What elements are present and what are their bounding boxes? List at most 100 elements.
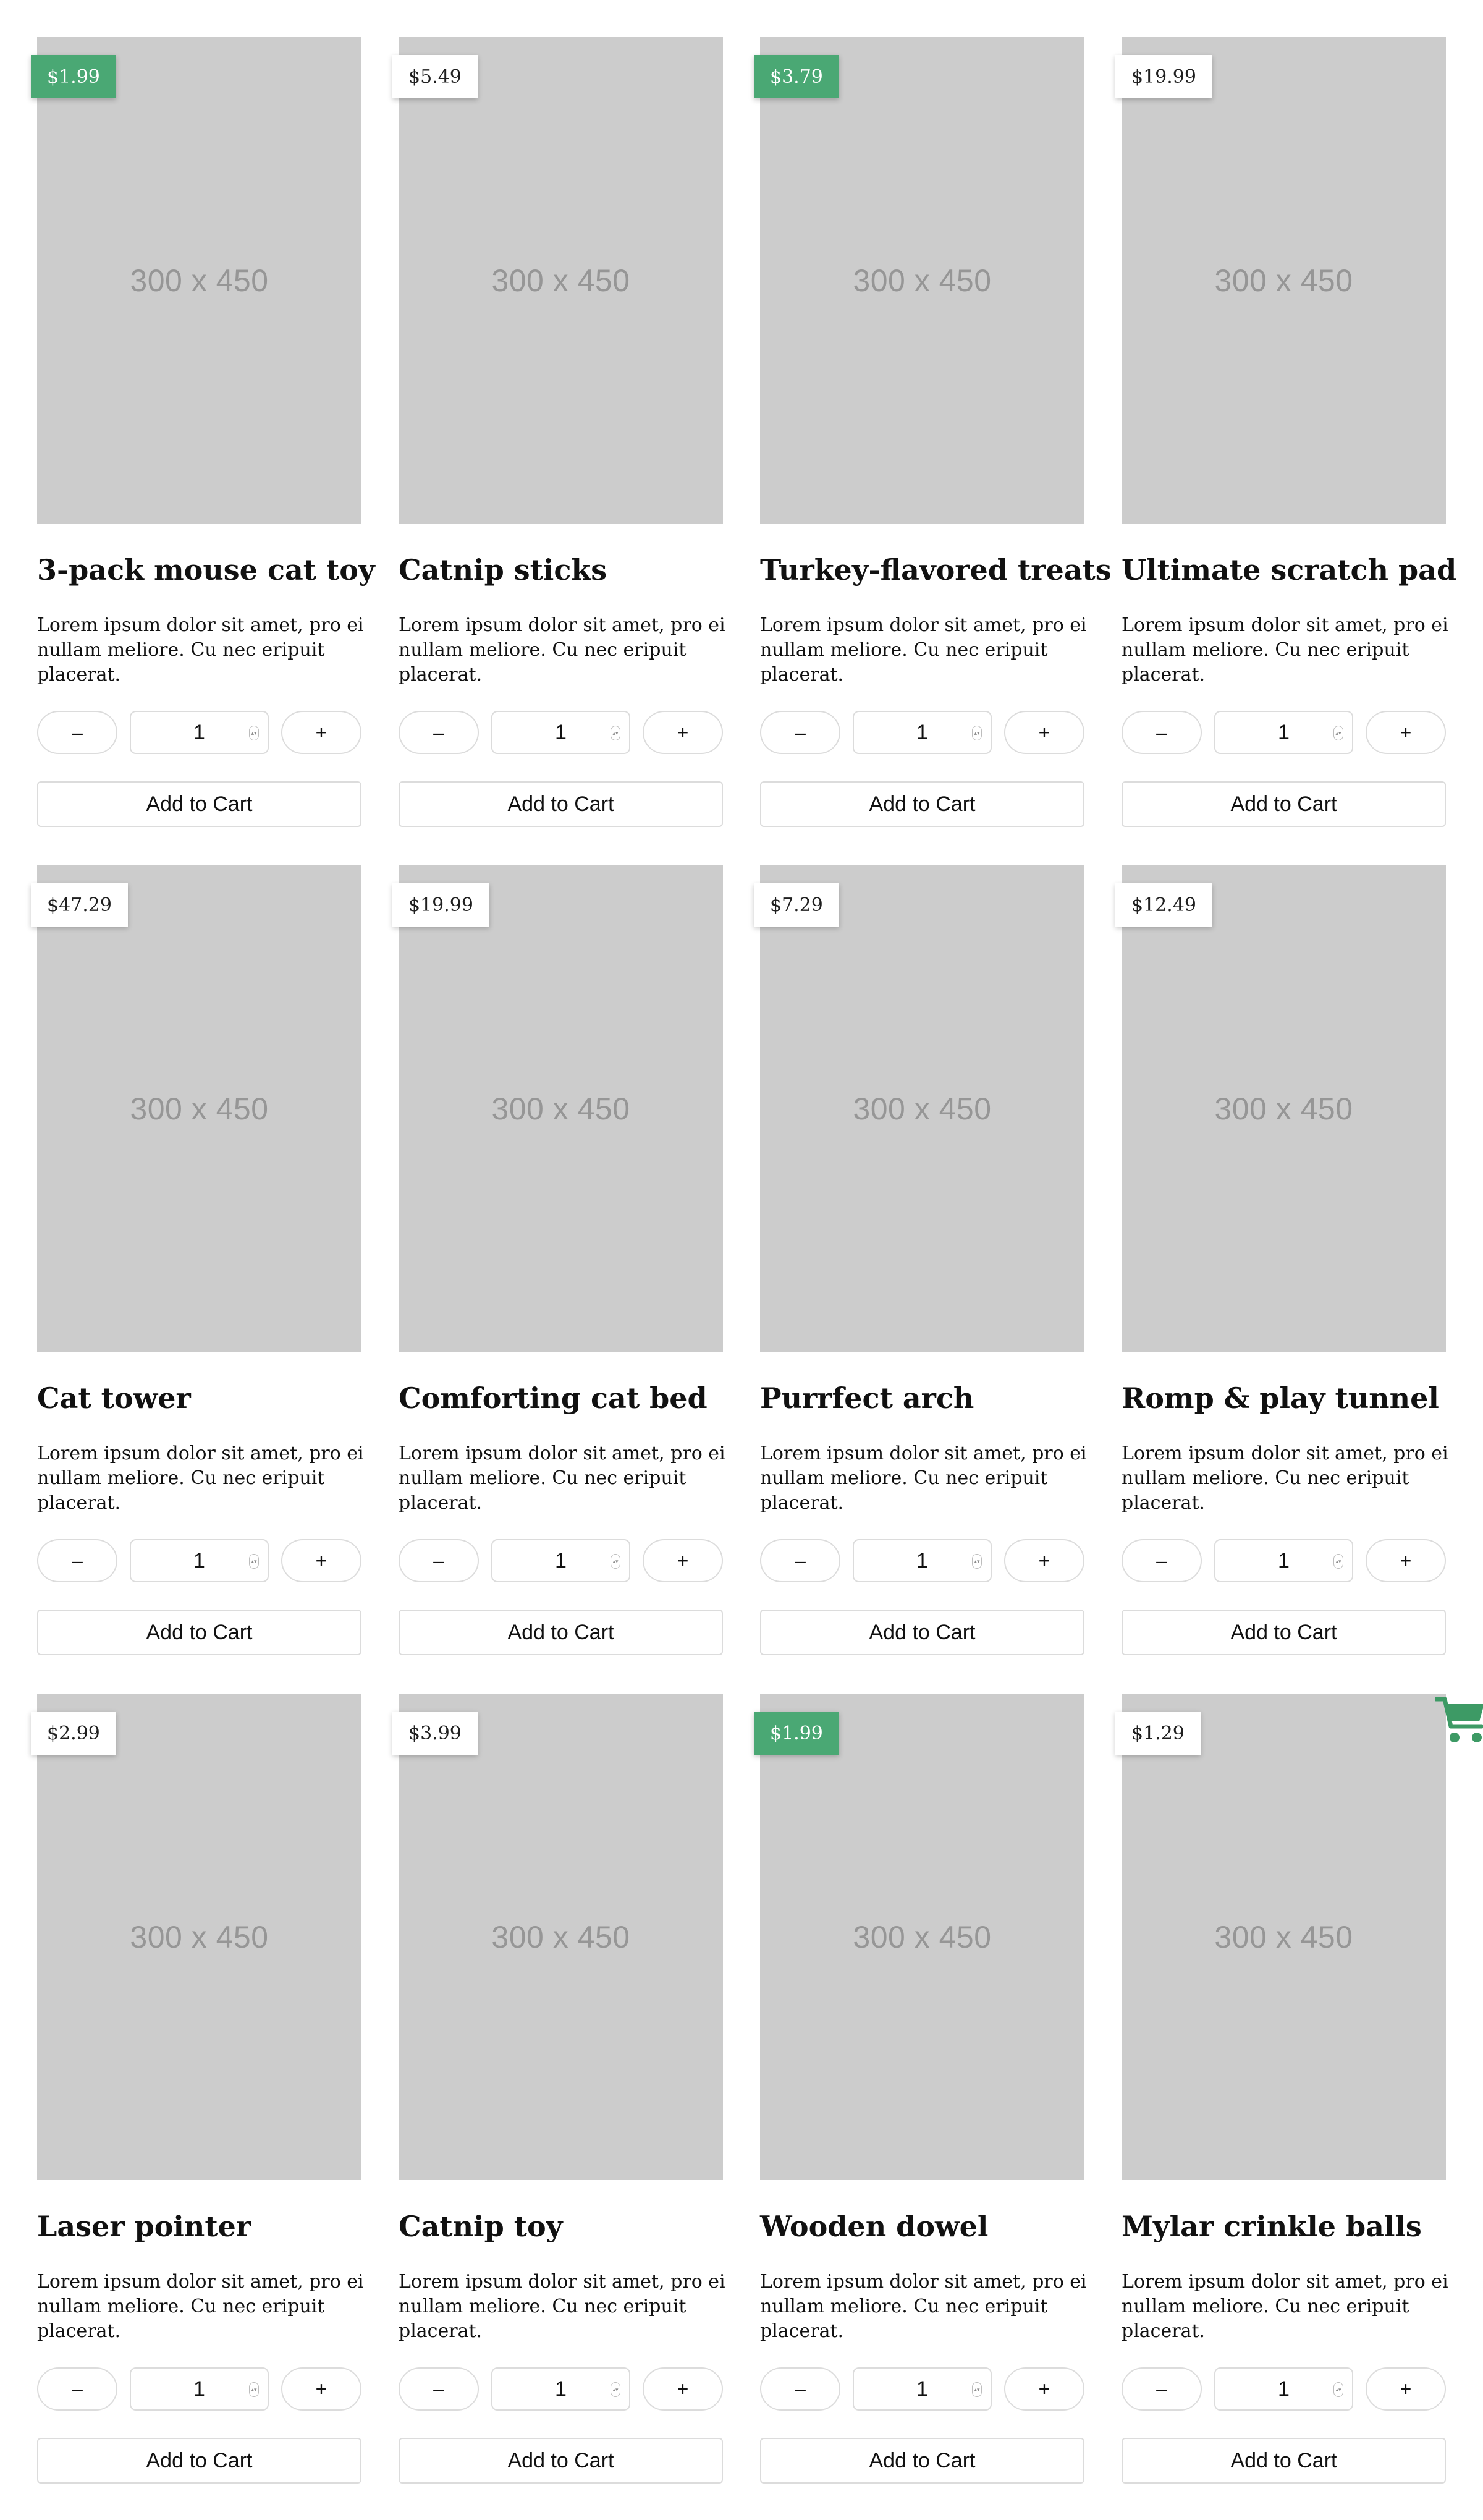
product-card: 300 x 450 $19.99 Comforting cat bed Lore… (392, 865, 725, 1657)
decrease-quantity-button[interactable]: – (760, 711, 840, 754)
spinner-arrows-icon[interactable]: ▴▾ (972, 2382, 982, 2397)
product-name[interactable]: Turkey-flavored treats (760, 551, 1112, 588)
increase-quantity-button[interactable]: + (1004, 1539, 1084, 1582)
product-image[interactable]: 300 x 450 (399, 1694, 723, 2180)
product-name[interactable]: Wooden dowel (760, 2208, 1106, 2245)
quantity-input[interactable]: 1 ▴▾ (853, 1539, 992, 1582)
product-description: Lorem ipsum dolor sit amet, pro ei nulla… (399, 1443, 725, 1514)
quantity-input[interactable]: 1 ▴▾ (853, 711, 992, 754)
product-name[interactable]: Laser pointer (37, 2208, 383, 2245)
quantity-input[interactable]: 1 ▴▾ (853, 2367, 992, 2411)
add-to-cart-button[interactable]: Add to Cart (1122, 2438, 1446, 2484)
add-to-cart-button[interactable]: Add to Cart (399, 781, 723, 827)
product-image[interactable]: 300 x 450 (1122, 865, 1446, 1352)
image-placeholder-label: 300 x 450 (491, 263, 630, 298)
increase-quantity-button[interactable]: + (1004, 711, 1084, 754)
quantity-input[interactable]: 1 ▴▾ (491, 1539, 630, 1582)
increase-quantity-button[interactable]: + (1366, 1539, 1446, 1582)
spinner-arrows-icon[interactable]: ▴▾ (249, 726, 259, 740)
increase-quantity-button[interactable]: + (643, 1539, 723, 1582)
quantity-stepper: – 1 ▴▾ + (399, 711, 723, 755)
product-name[interactable]: Catnip sticks (399, 551, 745, 588)
product-name[interactable]: Purrfect arch (760, 1380, 1106, 1417)
quantity-stepper: – 1 ▴▾ + (1122, 711, 1446, 755)
add-to-cart-button[interactable]: Add to Cart (399, 1610, 723, 1655)
product-name[interactable]: Cat tower (37, 1380, 383, 1417)
decrease-quantity-button[interactable]: – (399, 1539, 479, 1582)
add-to-cart-button[interactable]: Add to Cart (37, 1610, 361, 1655)
quantity-stepper: – 1 ▴▾ + (399, 1539, 723, 1584)
spinner-arrows-icon[interactable]: ▴▾ (611, 726, 620, 740)
price-badge: $1.99 (31, 55, 116, 98)
increase-quantity-button[interactable]: + (1366, 2367, 1446, 2411)
product-card: 300 x 450 $1.99 3-pack mouse cat toy Lor… (31, 37, 375, 828)
decrease-quantity-button[interactable]: – (1122, 711, 1202, 754)
spinner-arrows-icon[interactable]: ▴▾ (972, 1554, 982, 1569)
product-image[interactable]: 300 x 450 (760, 37, 1084, 524)
image-placeholder-label: 300 x 450 (853, 1091, 992, 1126)
product-name[interactable]: Mylar crinkle balls (1122, 2208, 1468, 2245)
spinner-arrows-icon[interactable]: ▴▾ (249, 1554, 259, 1569)
product-image[interactable]: 300 x 450 (399, 37, 723, 524)
decrease-quantity-button[interactable]: – (399, 2367, 479, 2411)
quantity-input[interactable]: 1 ▴▾ (130, 711, 269, 754)
product-image[interactable]: 300 x 450 (399, 865, 723, 1352)
decrease-quantity-button[interactable]: – (760, 2367, 840, 2411)
increase-quantity-button[interactable]: + (281, 2367, 361, 2411)
quantity-input[interactable]: 1 ▴▾ (1214, 1539, 1353, 1582)
decrease-quantity-button[interactable]: – (37, 1539, 117, 1582)
spinner-arrows-icon[interactable]: ▴▾ (611, 2382, 620, 2397)
decrease-quantity-button[interactable]: – (1122, 1539, 1202, 1582)
image-placeholder-label: 300 x 450 (1214, 1919, 1353, 1954)
decrease-quantity-button[interactable]: – (37, 711, 117, 754)
product-card: 300 x 450 $1.99 Wooden dowel Lorem ipsum… (754, 1694, 1087, 2485)
decrease-quantity-button[interactable]: – (37, 2367, 117, 2411)
product-image[interactable]: 300 x 450 (760, 865, 1084, 1352)
add-to-cart-button[interactable]: Add to Cart (760, 2438, 1084, 2484)
product-name[interactable]: 3-pack mouse cat toy (37, 551, 383, 588)
add-to-cart-button[interactable]: Add to Cart (37, 781, 361, 827)
add-to-cart-button[interactable]: Add to Cart (760, 781, 1084, 827)
add-to-cart-button[interactable]: Add to Cart (760, 1610, 1084, 1655)
spinner-arrows-icon[interactable]: ▴▾ (1333, 1554, 1343, 1569)
product-image[interactable]: 300 x 450 (760, 1694, 1084, 2180)
decrease-quantity-button[interactable]: – (760, 1539, 840, 1582)
product-name[interactable]: Catnip toy (399, 2208, 745, 2245)
quantity-input[interactable]: 1 ▴▾ (1214, 2367, 1353, 2411)
quantity-input[interactable]: 1 ▴▾ (130, 1539, 269, 1582)
add-to-cart-button[interactable]: Add to Cart (37, 2438, 361, 2484)
add-to-cart-button[interactable]: Add to Cart (1122, 1610, 1446, 1655)
quantity-value: 1 (555, 720, 567, 744)
price-badge: $19.99 (392, 883, 489, 927)
decrease-quantity-button[interactable]: – (1122, 2367, 1202, 2411)
product-image[interactable]: 300 x 450 (1122, 37, 1446, 524)
quantity-input[interactable]: 1 ▴▾ (1214, 711, 1353, 754)
increase-quantity-button[interactable]: + (281, 711, 361, 754)
quantity-input[interactable]: 1 ▴▾ (491, 2367, 630, 2411)
product-name[interactable]: Ultimate scratch pad (1122, 551, 1468, 588)
spinner-arrows-icon[interactable]: ▴▾ (611, 1554, 620, 1569)
quantity-stepper: – 1 ▴▾ + (760, 1539, 1084, 1584)
spinner-arrows-icon[interactable]: ▴▾ (972, 726, 982, 740)
increase-quantity-button[interactable]: + (643, 711, 723, 754)
product-description: Lorem ipsum dolor sit amet, pro ei nulla… (37, 2271, 364, 2342)
increase-quantity-button[interactable]: + (1366, 711, 1446, 754)
product-image[interactable]: 300 x 450 (37, 865, 361, 1352)
quantity-input[interactable]: 1 ▴▾ (491, 711, 630, 754)
decrease-quantity-button[interactable]: – (399, 711, 479, 754)
increase-quantity-button[interactable]: + (643, 2367, 723, 2411)
product-name[interactable]: Romp & play tunnel (1122, 1380, 1468, 1417)
add-to-cart-button[interactable]: Add to Cart (1122, 781, 1446, 827)
spinner-arrows-icon[interactable]: ▴▾ (1333, 2382, 1343, 2397)
spinner-arrows-icon[interactable]: ▴▾ (249, 2382, 259, 2397)
spinner-arrows-icon[interactable]: ▴▾ (1333, 726, 1343, 740)
increase-quantity-button[interactable]: + (1004, 2367, 1084, 2411)
product-image[interactable]: 300 x 450 (37, 37, 361, 524)
quantity-input[interactable]: 1 ▴▾ (130, 2367, 269, 2411)
product-name[interactable]: Comforting cat bed (399, 1380, 745, 1417)
add-to-cart-button[interactable]: Add to Cart (399, 2438, 723, 2484)
increase-quantity-button[interactable]: + (281, 1539, 361, 1582)
product-image[interactable]: 300 x 450 (37, 1694, 361, 2180)
product-image[interactable]: 300 x 450 (1122, 1694, 1446, 2180)
shopping-cart-icon[interactable] (1434, 1691, 1483, 1746)
